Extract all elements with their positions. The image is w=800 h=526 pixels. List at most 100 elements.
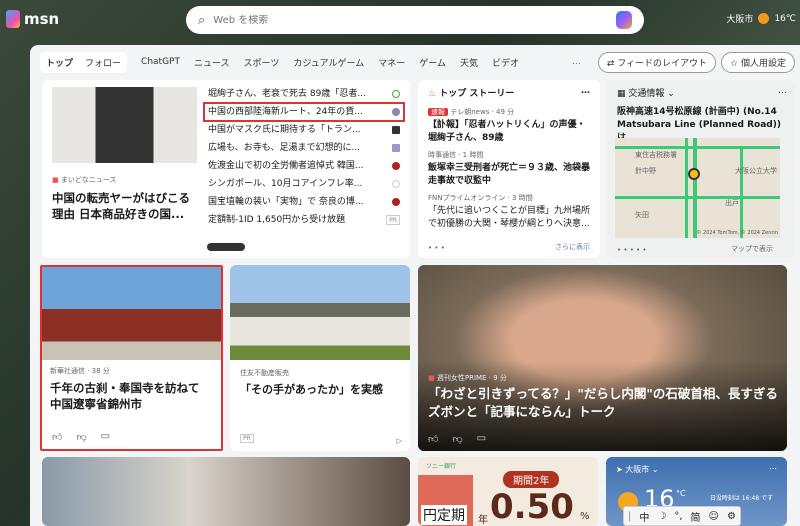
ad-source: 住友不動産販売 [240, 369, 289, 377]
factory-article-card[interactable] [42, 457, 410, 526]
msn-logo-icon [6, 10, 20, 28]
incident-marker-icon[interactable] [688, 168, 700, 180]
list-item-text: 広場も、お寺も、足湯まで幻想的に... [208, 143, 361, 153]
map-label: 出戸 [725, 199, 739, 207]
list-item-ad[interactable]: 定額制-1ID 1,650円から受け放題 PR [204, 211, 404, 229]
more-options-button[interactable]: … [769, 462, 777, 471]
map-label: 矢田 [635, 211, 649, 219]
ad-brand: ソニー銀行 [426, 463, 457, 470]
nav-money[interactable]: マネー [378, 56, 405, 69]
hero-title[interactable]: 中国の転売ヤーがはびこる理由 日本商品好きの国... [52, 190, 197, 222]
article-source: ■ 週刊女性PRIME · 9 分 [428, 373, 507, 383]
pager-dots[interactable]: • • • [428, 244, 445, 252]
list-item[interactable]: 中国がマスク氏に期待する「トラン... [204, 121, 404, 139]
nav-video[interactable]: ビデオ [492, 56, 519, 69]
logo-text: msn [24, 10, 60, 28]
map-copyright: © 2024 TomTom, © 2024 Zenrin [696, 230, 778, 236]
ad-unit: % [580, 511, 590, 522]
nav-casual-games[interactable]: カジュアルゲーム [293, 56, 364, 69]
dislike-icon[interactable]: 👎︎ [452, 433, 462, 445]
tab-follow[interactable]: フォロー [85, 56, 121, 69]
search-bar[interactable]: ⌕ [186, 6, 644, 34]
map-label: 大阪公立大学 [735, 167, 777, 175]
more-options-button[interactable]: … [778, 86, 787, 99]
story-source: テレ朝news · 49 分 [450, 108, 515, 116]
article-source: 新華社通信 · 38 分 [50, 367, 110, 375]
list-item-highlighted[interactable]: 中国の西部陸海新ルート、24年の貨... [203, 102, 405, 122]
list-item-text: 国宝埴輪の装い「実物」で 奈良の博... [208, 197, 364, 207]
article-title: 千年の古刹・奉国寺を訪ねて 中国遼寧省錦州市 [50, 381, 200, 411]
nav-chatgpt[interactable]: ChatGPT [141, 57, 180, 67]
ime-settings-button[interactable]: ⚙ [727, 511, 736, 522]
house-image [230, 265, 410, 360]
weather-location[interactable]: ➤ 大阪市 ⌄ [616, 464, 659, 475]
list-item[interactable]: 佐渡金山で初の全労働者追悼式 韓国... [204, 157, 404, 175]
copilot-icon[interactable] [616, 11, 632, 29]
story-headline[interactable]: 飯塚幸三受刑者が死亡＝９３歳、池袋暴走事故で収監中 [428, 162, 590, 188]
ime-punctuation-button[interactable]: °, [674, 511, 682, 522]
source-icon [392, 144, 400, 152]
like-icon[interactable]: 👍︎ [428, 433, 438, 445]
list-item[interactable]: シンガポール、10月コアインフレ率... [204, 175, 404, 193]
show-more-link[interactable]: さらに表示 [555, 242, 590, 252]
list-item-text: 堀絢子さん、老衰で死去 89歳「忍者... [208, 89, 366, 99]
search-icon: ⌕ [198, 12, 206, 28]
traffic-map[interactable]: 東住吉税務署 針中野 矢田 大阪公立大学 出戸 © 2024 TomTom, ©… [615, 138, 780, 238]
source-icon [392, 126, 400, 134]
nav-sports[interactable]: スポーツ [244, 56, 280, 69]
list-item[interactable]: 堀絢子さん、老衰で死去 89歳「忍者... [204, 85, 404, 103]
dislike-icon[interactable]: 👎︎ [76, 431, 86, 443]
traffic-title: 交通情報 [628, 89, 665, 99]
temple-card[interactable]: 新華社通信 · 38 分 千年の古刹・奉国寺を訪ねて 中国遼寧省錦州市 👍︎ 👎︎… [40, 265, 223, 451]
map-label: 東住吉税務署 [635, 151, 677, 159]
hero-image[interactable] [52, 87, 197, 163]
fire-icon: ♨ [428, 89, 437, 99]
ime-simplified-button[interactable]: 简 [691, 509, 701, 524]
top-stories-card: ♨ トップ ストーリー … 速報 テレ朝news · 49 分 【訃報】「忍者ハッ… [418, 80, 600, 258]
ad-period: 期間2年 [503, 471, 560, 488]
personalize-label: 個人用設定 [740, 58, 786, 69]
nav-weather[interactable]: 天気 [460, 56, 478, 69]
like-icon[interactable]: 👍︎ [52, 431, 62, 443]
reactions: 👍︎ 👎︎ ▭ [428, 433, 486, 445]
ime-mode-button[interactable]: 中 [639, 509, 649, 524]
ad-year: 年 [478, 515, 488, 526]
hero-source-label: まいどなニュース [60, 176, 117, 184]
header-weather[interactable]: 大阪市 16℃ [726, 12, 796, 25]
carousel-dots[interactable] [207, 243, 245, 251]
nav-more-button[interactable]: … [572, 57, 581, 67]
source-icon [392, 180, 400, 188]
list-item-text: シンガポール、10月コアインフレ率... [208, 179, 363, 189]
pm-article-card[interactable]: ■ 週刊女性PRIME · 9 分 「わざと引きずってる？」"だらし内閣"の石破… [418, 265, 787, 451]
show-map-button[interactable]: マップで表示 [731, 244, 773, 254]
story-headline[interactable]: 「先代に追いつくことが目標」九州場所で初優勝の大関・琴櫻が綱とりへ決意... [428, 205, 590, 231]
search-input[interactable] [213, 14, 608, 26]
feed-layout-button[interactable]: ⇄ フィードのレイアウト [597, 51, 717, 73]
ime-emoji-button[interactable]: ☺ [709, 511, 719, 522]
story-source: 時事通信 · 1 時間 [428, 151, 484, 159]
story-source: FNNプライムオンライン · 3 時間 [428, 194, 533, 202]
list-item[interactable]: 広場も、お寺も、足湯まで幻想的に... [204, 139, 404, 157]
story-headline[interactable]: 【訃報】「忍者ハットリくん」の声優・堀絢子さん、89歳 [428, 119, 590, 145]
source-icon: ■ [52, 176, 59, 184]
list-item[interactable]: 国宝埴輪の装い「実物」で 奈良の博... [204, 193, 404, 211]
source-icon [392, 108, 400, 116]
list-item-text: 中国がマスク氏に期待する「トラン... [208, 125, 361, 135]
pager-dots[interactable]: • • • • • [617, 246, 647, 254]
tab-top[interactable]: トップ [46, 56, 73, 69]
house-ad-card[interactable]: 住友不動産販売 「その手があったか」を実感 PR ▷ [230, 265, 410, 451]
ime-toolbar: | 中 ☽ °, 简 ☺ ⚙ [623, 506, 741, 526]
more-options-button[interactable]: … [581, 86, 590, 99]
nav-news[interactable]: ニュース [194, 56, 230, 69]
location: 大阪市 [726, 15, 754, 25]
nav-games[interactable]: ゲーム [419, 56, 446, 69]
comment-icon[interactable]: ▭ [101, 431, 110, 443]
personalize-button[interactable]: ☆ 個人用設定 [721, 51, 795, 73]
list-item-text: 佐渡金山で初の全労働者追悼式 韓国... [208, 161, 364, 171]
headline-list: 堀絢子さん、老衰で死去 89歳「忍者... 中国の西部陸海新ルート、24年の貨.… [203, 85, 405, 229]
comment-icon[interactable]: ▭ [477, 433, 486, 445]
msn-logo[interactable]: msn [6, 10, 59, 28]
play-icon[interactable]: ▷ [397, 437, 402, 445]
ime-width-button[interactable]: ☽ [657, 511, 666, 522]
sony-bank-ad[interactable]: ソニー銀行 期間2年 円定期 年 0.50 % [418, 457, 598, 526]
